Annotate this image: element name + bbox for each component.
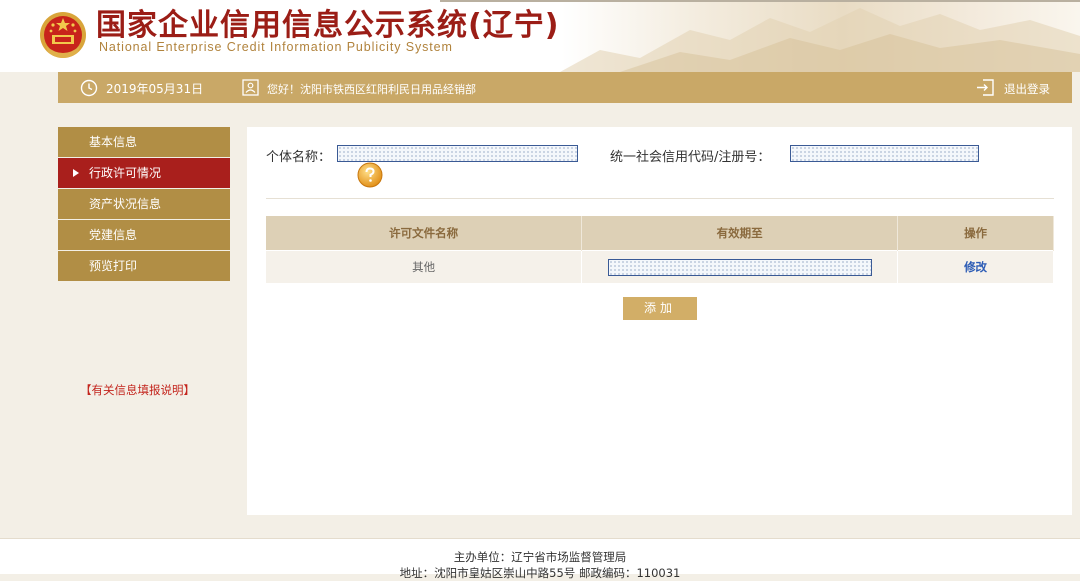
- entity-name-label: 个体名称：: [266, 150, 332, 165]
- site-title-en: National Enterprise Credit Information P…: [99, 40, 453, 54]
- logout-icon[interactable]: [976, 78, 995, 97]
- logout-link[interactable]: 退出登录: [1004, 81, 1050, 97]
- sidebar-item-party-building[interactable]: 党建信息: [58, 220, 230, 250]
- user-greeting: 您好！沈阳市铁西区红阳利民日用品经销部: [267, 83, 476, 96]
- edit-link[interactable]: 修改: [964, 260, 987, 274]
- filing-instructions-link[interactable]: 【有关信息填报说明】: [80, 382, 195, 398]
- help-bubble-icon[interactable]: [357, 162, 383, 188]
- current-date: 2019年05月31日: [106, 82, 204, 96]
- col-header-valid-until: 有效期至: [581, 216, 899, 251]
- cell-valid-until: [581, 250, 899, 283]
- footer-address: 地址：沈阳市皇姑区崇山中路55号 邮政编码：110031: [399, 566, 681, 580]
- cell-license-name: 其他: [266, 250, 583, 283]
- footer-organizer: 主办单位：辽宁省市场监督管理局: [453, 550, 627, 564]
- user-card-icon: [242, 79, 259, 96]
- sidebar-item-asset-status[interactable]: 资产状况信息: [58, 189, 230, 219]
- main-panel: 个体名称： 统一社会信用代码/注册号： 许可文件名称 有效期至 操作 其他 修改…: [247, 127, 1072, 515]
- sidebar-item-admin-license[interactable]: 行政许可情况: [58, 158, 230, 188]
- sidebar-nav: 基本信息 行政许可情况 资产状况信息 党建信息 预览打印: [58, 127, 230, 282]
- credit-code-label: 统一社会信用代码/注册号：: [610, 150, 771, 165]
- clock-icon: [80, 79, 98, 97]
- site-title-cn: 国家企业信用信息公示系统(辽宁): [96, 8, 560, 43]
- form-divider: [266, 198, 1054, 199]
- add-button[interactable]: 添加: [623, 297, 697, 320]
- info-bar: 2019年05月31日 您好！沈阳市铁西区红阳利民日用品经销部 退出登录: [58, 72, 1072, 103]
- site-header: 国家企业信用信息公示系统(辽宁) National Enterprise Cre…: [0, 0, 1080, 72]
- mountain-background: [560, 8, 1080, 72]
- sidebar-item-print-preview[interactable]: 预览打印: [58, 251, 230, 281]
- site-footer: 主办单位：辽宁省市场监督管理局 地址：沈阳市皇姑区崇山中路55号 邮政编码：11…: [0, 538, 1080, 580]
- license-table: 许可文件名称 有效期至 操作 其他 修改: [266, 216, 1054, 283]
- credit-code-field[interactable]: [790, 145, 979, 162]
- national-emblem-icon: [40, 12, 86, 58]
- valid-until-field[interactable]: [607, 258, 872, 276]
- table-header-row: 许可文件名称 有效期至 操作: [266, 216, 1054, 251]
- col-header-action: 操作: [897, 216, 1054, 251]
- sidebar-item-basic-info[interactable]: 基本信息: [58, 127, 230, 157]
- col-header-license-name: 许可文件名称: [266, 216, 583, 251]
- cell-action: 修改: [897, 250, 1054, 283]
- table-row: 其他 修改: [266, 250, 1054, 283]
- entity-name-field[interactable]: [337, 145, 578, 162]
